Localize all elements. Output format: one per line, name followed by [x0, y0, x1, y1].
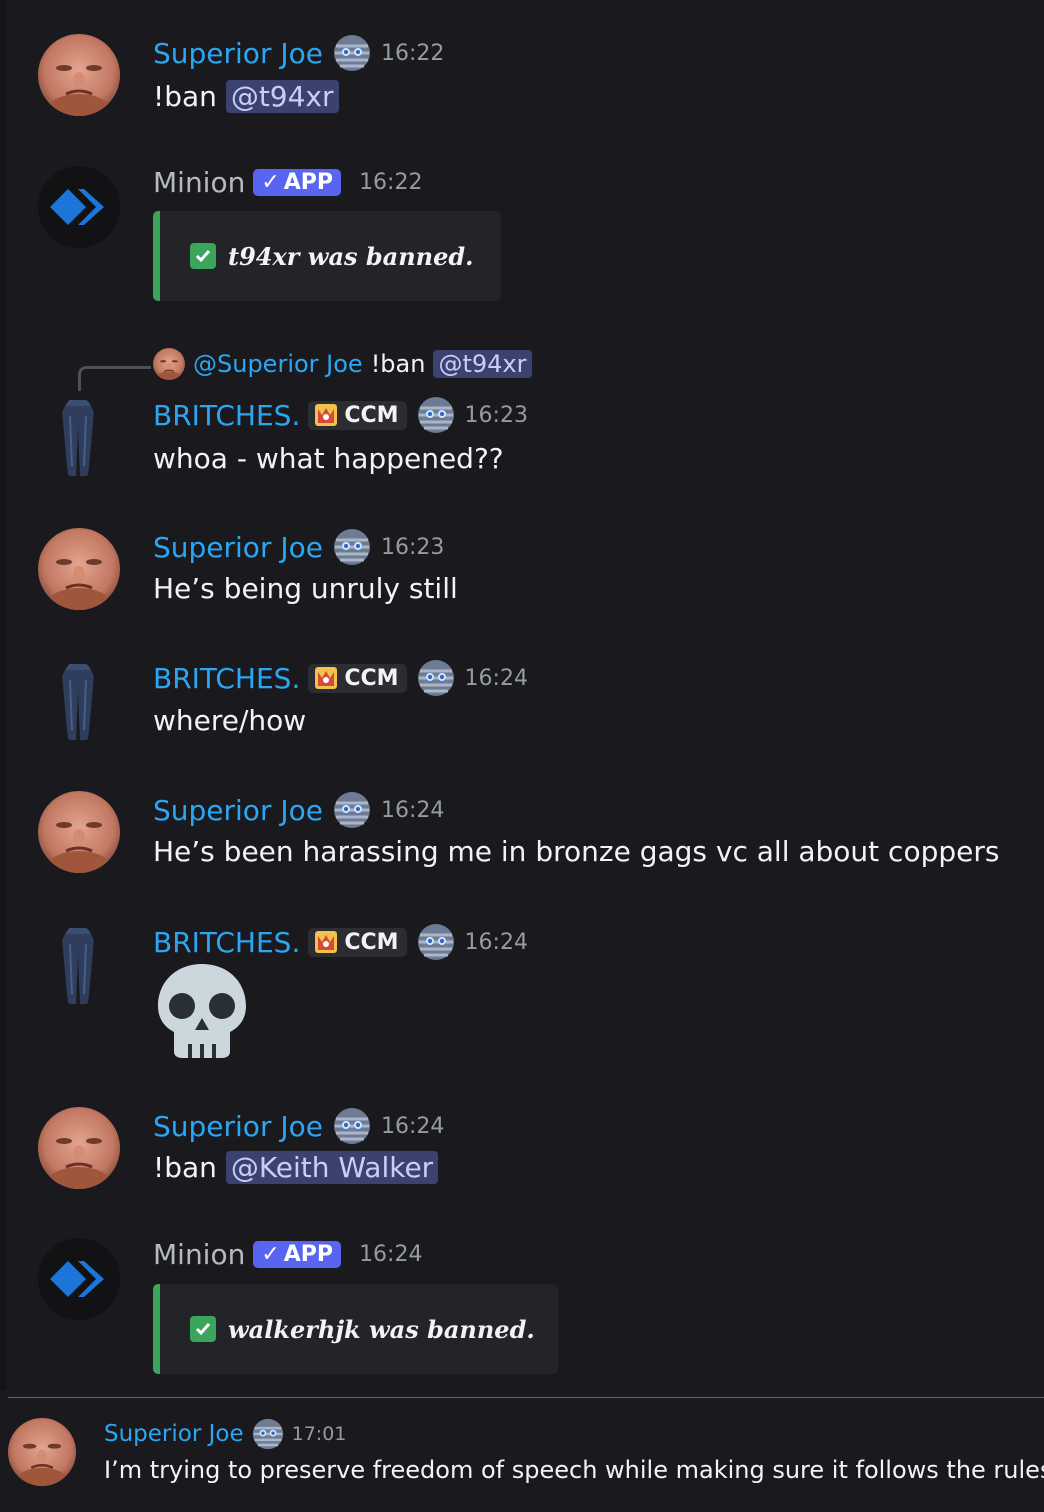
role-tag-label: CCM	[344, 929, 399, 955]
timestamp[interactable]: 16:24	[359, 1242, 422, 1267]
role-tag: CCM	[308, 927, 407, 957]
app-badge: ✓ APP	[253, 1241, 342, 1268]
reply-connector	[78, 366, 151, 391]
bot-avatar[interactable]	[38, 1238, 120, 1320]
bot-avatar[interactable]	[38, 166, 120, 248]
checkmark-icon	[190, 243, 216, 269]
timestamp[interactable]: 17:01	[292, 1423, 347, 1445]
author-name[interactable]: Superior Joe	[153, 794, 323, 827]
mummy-emoji-icon	[417, 659, 455, 697]
author-name[interactable]: Superior Joe	[153, 531, 323, 564]
timestamp[interactable]: 16:24	[465, 666, 528, 691]
author-name[interactable]: BRITCHES.	[153, 399, 300, 432]
embed-text: walkerhjk was banned.	[228, 1314, 535, 1344]
new-messages-divider	[8, 1397, 1044, 1398]
app-badge: ✓ APP	[253, 169, 342, 196]
mummy-emoji-icon	[333, 34, 371, 72]
embed: walkerhjk was banned.	[153, 1284, 558, 1374]
crown-icon	[314, 403, 338, 427]
crown-icon	[314, 930, 338, 954]
user-avatar[interactable]	[8, 1418, 76, 1486]
author-name[interactable]: Superior Joe	[153, 37, 323, 70]
user-avatar[interactable]	[58, 924, 98, 1008]
author-name[interactable]: BRITCHES.	[153, 926, 300, 959]
checkmark-icon	[190, 1316, 216, 1342]
reply-preview[interactable]: @Superior Joe !ban @t94xr	[153, 348, 532, 380]
app-badge-label: APP	[283, 170, 334, 195]
timestamp[interactable]: 16:24	[465, 930, 528, 955]
timestamp[interactable]: 16:23	[381, 535, 444, 560]
timestamp[interactable]: 16:22	[359, 170, 422, 195]
timestamp[interactable]: 16:24	[381, 798, 444, 823]
mummy-emoji-icon	[417, 396, 455, 434]
message-text: whoa - what happened??	[153, 442, 504, 475]
role-tag-label: CCM	[344, 665, 399, 691]
author-name[interactable]: BRITCHES.	[153, 662, 300, 695]
user-mention[interactable]: @t94xr	[433, 350, 532, 378]
user-mention[interactable]: @Keith Walker	[225, 1151, 439, 1184]
skull-emoji-icon	[158, 964, 246, 1058]
mummy-emoji-icon	[333, 528, 371, 566]
author-name[interactable]: Superior Joe	[104, 1421, 244, 1447]
user-mention[interactable]: @t94xr	[225, 80, 339, 113]
timestamp[interactable]: 16:24	[381, 1114, 444, 1139]
reply-author[interactable]: @Superior Joe	[193, 350, 363, 378]
message-text: !ban	[153, 1151, 226, 1184]
role-tag: CCM	[308, 400, 407, 430]
user-avatar[interactable]	[58, 660, 98, 744]
message-text: He’s been harassing me in bronze gags vc…	[153, 835, 1000, 868]
user-avatar[interactable]	[38, 34, 120, 116]
role-tag: CCM	[308, 663, 407, 693]
mummy-emoji-icon	[252, 1418, 284, 1450]
user-avatar[interactable]	[38, 791, 120, 873]
role-tag-label: CCM	[344, 402, 399, 428]
channel-edge	[0, 0, 6, 1390]
user-avatar[interactable]	[38, 1107, 120, 1189]
mummy-emoji-icon	[333, 1107, 371, 1145]
crown-icon	[314, 666, 338, 690]
timestamp[interactable]: 16:22	[381, 41, 444, 66]
reply-avatar	[153, 348, 185, 380]
author-name[interactable]: Minion	[153, 1238, 245, 1271]
user-avatar[interactable]	[38, 528, 120, 610]
user-avatar[interactable]	[58, 396, 98, 480]
message-text: I’m trying to preserve freedom of speech…	[104, 1456, 1044, 1484]
mummy-emoji-icon	[333, 791, 371, 829]
mummy-emoji-icon	[417, 923, 455, 961]
message-text: where/how	[153, 704, 307, 737]
message-text: !ban	[153, 80, 226, 113]
author-name[interactable]: Minion	[153, 166, 245, 199]
message-text: He’s being unruly still	[153, 572, 458, 605]
embed: t94xr was banned.	[153, 211, 501, 301]
reply-text: !ban	[370, 350, 426, 378]
check-icon: ✓	[261, 170, 280, 195]
embed-text: t94xr was banned.	[228, 241, 474, 271]
app-badge-label: APP	[283, 1242, 334, 1267]
check-icon: ✓	[261, 1242, 280, 1267]
timestamp[interactable]: 16:23	[465, 403, 528, 428]
author-name[interactable]: Superior Joe	[153, 1110, 323, 1143]
